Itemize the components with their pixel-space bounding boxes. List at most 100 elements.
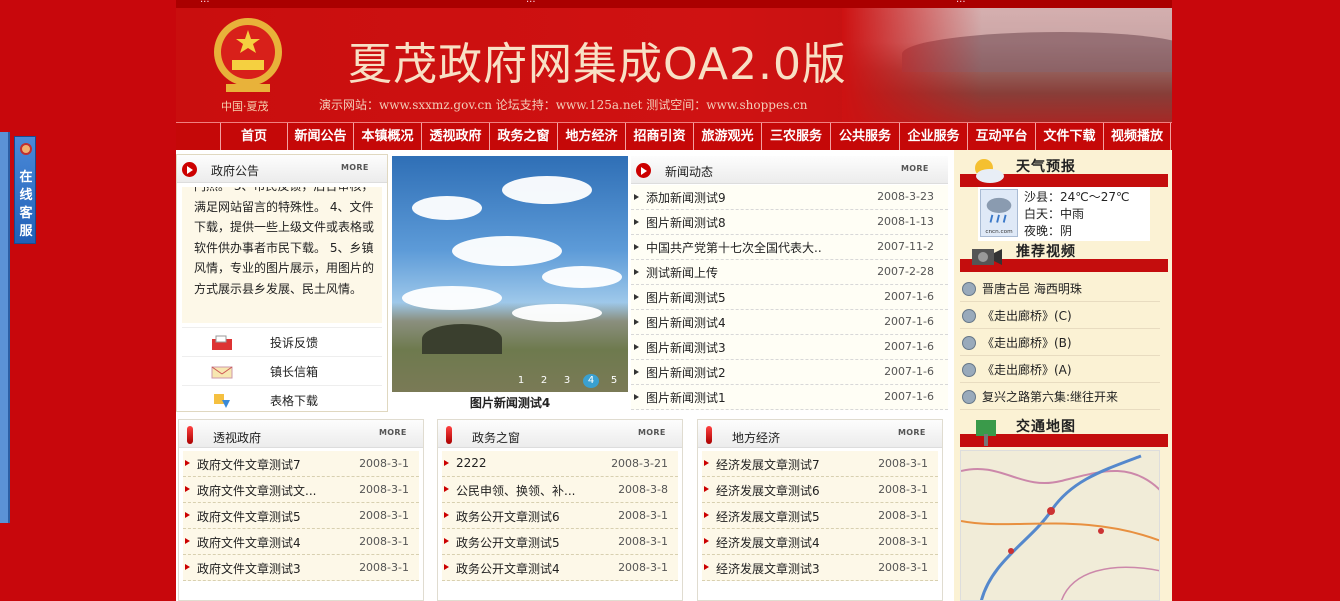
news-item[interactable]: 图片新闻测试2 2007-1-6 (631, 360, 948, 385)
nav-item-investment[interactable]: 招商引资 (625, 123, 693, 150)
bullet-bar-icon (446, 426, 452, 444)
right-sidebar: 天气预报 cncn.com 沙县：24℃～27℃ 白天：中雨 夜晚：阴 推荐视频… (954, 150, 1172, 601)
weather-sun-icon (975, 159, 1004, 183)
slide-page-active[interactable]: 4 (583, 374, 599, 388)
video-item[interactable]: 《走出廊桥》(B) (960, 329, 1160, 356)
slide-page[interactable]: 3 (559, 374, 575, 388)
nav-item-home[interactable]: 首页 (220, 123, 287, 150)
news-item[interactable]: 测试新闻上传 2007-2-28 (631, 260, 948, 285)
affairs-header: 政务之窗 MORE (438, 420, 682, 448)
video-header: 推荐视频 (960, 239, 1168, 272)
list-item[interactable]: 公民申领、换领、补... 2008-3-8 (442, 477, 678, 503)
more-link[interactable]: MORE (901, 164, 929, 173)
government-box: 透视政府 MORE 政府文件文章测试7 2008-3-1 政府文件文章测试文...… (178, 419, 424, 601)
news-item[interactable]: 中国共产党第十七次全国代表大.. 2007-11-2 (631, 235, 948, 260)
nav-item-overview[interactable]: 本镇概况 (353, 123, 421, 150)
list-item[interactable]: 政府文件文章测试4 2008-3-1 (183, 529, 419, 555)
slide-page[interactable]: 2 (536, 374, 552, 388)
list-item[interactable]: 经济发展文章测试6 2008-3-1 (702, 477, 938, 503)
notice-scroll-text: 门然。 3、市民反馈，后台审核，满足网站留言的特殊性。 4、文件下载，提供一些上… (182, 187, 382, 323)
nav-item-tourism[interactable]: 旅游观光 (693, 123, 761, 150)
top-link[interactable]: ... (956, 0, 966, 5)
list-item[interactable]: 政府文件文章测试5 2008-3-1 (183, 503, 419, 529)
nav-item-economy[interactable]: 地方经济 (557, 123, 625, 150)
site-banner: 中国·夏茂 夏茂政府网集成OA2.0版 演示网站：www.sxxmz.gov.c… (176, 8, 1172, 122)
weather-header: 天气预报 (960, 154, 1168, 187)
video-item[interactable]: 《走出廊桥》(C) (960, 302, 1160, 329)
news-panel: 新闻动态 MORE 添加新闻测试9 2008-3-23 图片新闻测试8 2008-1… (631, 156, 948, 412)
photo-news-slideshow[interactable]: 1 2 3 4 5 (392, 156, 628, 392)
news-item[interactable]: 图片新闻测试4 2007-1-6 (631, 310, 948, 335)
complaint-link[interactable]: 投诉反馈 (182, 327, 382, 356)
site-title: 夏茂政府网集成OA2.0版 (348, 39, 847, 90)
more-link[interactable]: MORE (638, 428, 666, 437)
top-link-strip: ... ... ... (176, 0, 1172, 8)
box-title: 透视政府 (213, 431, 262, 445)
bullet-bar-icon (706, 426, 712, 444)
weather-day: 白天：中雨 (1024, 207, 1085, 221)
form-download-link[interactable]: 表格下载 (182, 385, 382, 414)
bullet-bar-icon (187, 426, 193, 444)
nav-item-agriculture[interactable]: 三农服务 (761, 123, 830, 150)
list-item[interactable]: 政府文件文章测试3 2008-3-1 (183, 555, 419, 581)
service-avatar-icon (20, 143, 32, 155)
news-item[interactable]: 图片新闻测试1 2007-1-6 (631, 385, 948, 410)
nav-item-download[interactable]: 文件下载 (1035, 123, 1103, 150)
list-item[interactable]: 经济发展文章测试5 2008-3-1 (702, 503, 938, 529)
slide-page[interactable]: 5 (606, 374, 622, 388)
video-icon (962, 282, 976, 296)
notice-panel: 政府公告 MORE 门然。 3、市民反馈，后台审核，满足网站留言的特殊性。 4、… (176, 154, 388, 412)
nav-item-interactive[interactable]: 互动平台 (967, 123, 1035, 150)
bullet-icon (182, 162, 197, 177)
mayor-mailbox-link[interactable]: 镇长信箱 (182, 356, 382, 385)
slide-page[interactable]: 1 (513, 374, 529, 388)
news-item[interactable]: 图片新闻测试5 2007-1-6 (631, 285, 948, 310)
camera-icon (972, 249, 1002, 265)
top-link[interactable]: ... (200, 0, 210, 5)
list-item[interactable]: 2222 2008-3-21 (442, 451, 678, 477)
list-item[interactable]: 政府文件文章测试文... 2008-3-1 (183, 477, 419, 503)
form-download-label: 表格下载 (270, 394, 319, 408)
nav-item-public[interactable]: 公共服务 (830, 123, 899, 150)
nav-item-enterprise[interactable]: 企业服务 (899, 123, 967, 150)
nav-item-government[interactable]: 透视政府 (421, 123, 489, 150)
traffic-header: 交通地图 (960, 414, 1168, 447)
video-icon (962, 363, 976, 377)
photo-caption[interactable]: 图片新闻测试4 (392, 394, 628, 411)
more-link[interactable]: MORE (341, 163, 369, 172)
news-item[interactable]: 图片新闻测试8 2008-1-13 (631, 210, 948, 235)
list-item[interactable]: 经济发展文章测试4 2008-3-1 (702, 529, 938, 555)
video-icon (962, 309, 976, 323)
economy-header: 地方经济 MORE (698, 420, 942, 448)
emblem-caption: 中国·夏茂 (221, 100, 269, 113)
weather-night: 夜晚：阴 (1024, 224, 1073, 238)
list-item[interactable]: 政务公开文章测试5 2008-3-1 (442, 529, 678, 555)
box-title: 政务之窗 (472, 431, 521, 445)
notice-text: 门然。 3、市民反馈，后台审核，满足网站留言的特殊性。 4、文件下载，提供一些上… (194, 187, 375, 296)
nav-item-affairs[interactable]: 政务之窗 (489, 123, 557, 150)
nav-item-video[interactable]: 视频播放 (1103, 123, 1171, 150)
list-item[interactable]: 经济发展文章测试7 2008-3-1 (702, 451, 938, 477)
video-item[interactable]: 《走出廊桥》(A) (960, 356, 1160, 383)
more-link[interactable]: MORE (898, 428, 926, 437)
complaint-label: 投诉反馈 (270, 336, 319, 350)
list-item[interactable]: 政务公开文章测试6 2008-3-1 (442, 503, 678, 529)
left-edge-bar (0, 132, 10, 523)
box-title: 地方经济 (732, 431, 781, 445)
online-service-button[interactable]: 在线客服 (14, 136, 36, 244)
rain-cloud-icon: cncn.com (980, 189, 1018, 237)
list-item[interactable]: 经济发展文章测试3 2008-3-1 (702, 555, 938, 581)
economy-box: 地方经济 MORE 经济发展文章测试7 2008-3-1 经济发展文章测试6 200… (697, 419, 943, 601)
video-item[interactable]: 晋唐古邑 海西明珠 (960, 275, 1160, 302)
mailbox-icon (212, 335, 232, 350)
more-link[interactable]: MORE (379, 428, 407, 437)
top-link[interactable]: ... (526, 0, 536, 5)
video-item[interactable]: 复兴之路第六集:继往开来 (960, 383, 1160, 410)
download-icon (214, 394, 230, 408)
news-item[interactable]: 添加新闻测试9 2008-3-23 (631, 185, 948, 210)
nav-item-news[interactable]: 新闻公告 (287, 123, 353, 150)
news-item[interactable]: 图片新闻测试3 2007-1-6 (631, 335, 948, 360)
list-item[interactable]: 政府文件文章测试7 2008-3-1 (183, 451, 419, 477)
list-item[interactable]: 政务公开文章测试4 2008-3-1 (442, 555, 678, 581)
traffic-map[interactable] (960, 450, 1160, 601)
